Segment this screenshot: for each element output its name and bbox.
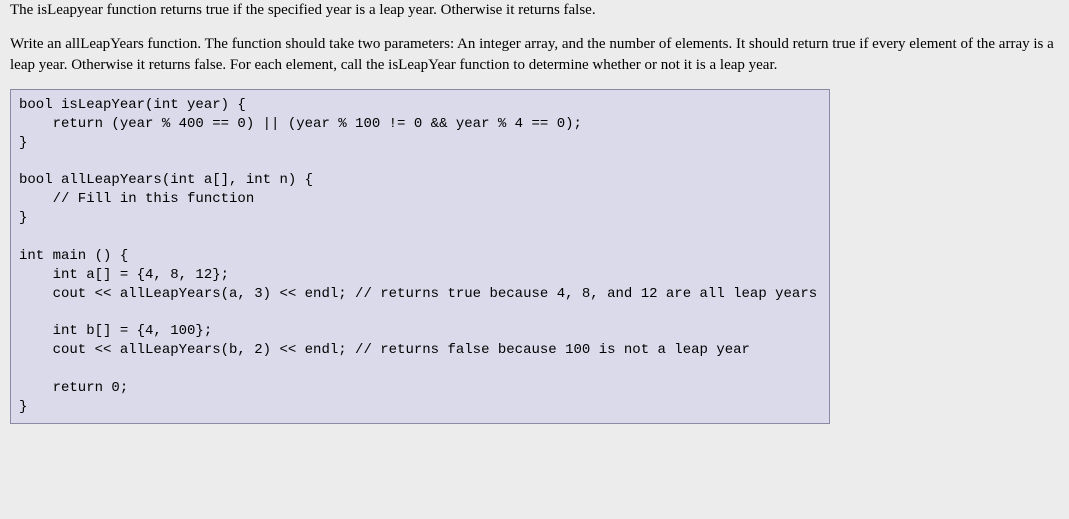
document-content: The isLeapyear function returns true if … bbox=[0, 0, 1069, 434]
intro-paragraph-2: Write an allLeapYears function. The func… bbox=[10, 34, 1059, 75]
code-block: bool isLeapYear(int year) { return (year… bbox=[10, 89, 830, 424]
intro-paragraph-1: The isLeapyear function returns true if … bbox=[10, 0, 1059, 20]
